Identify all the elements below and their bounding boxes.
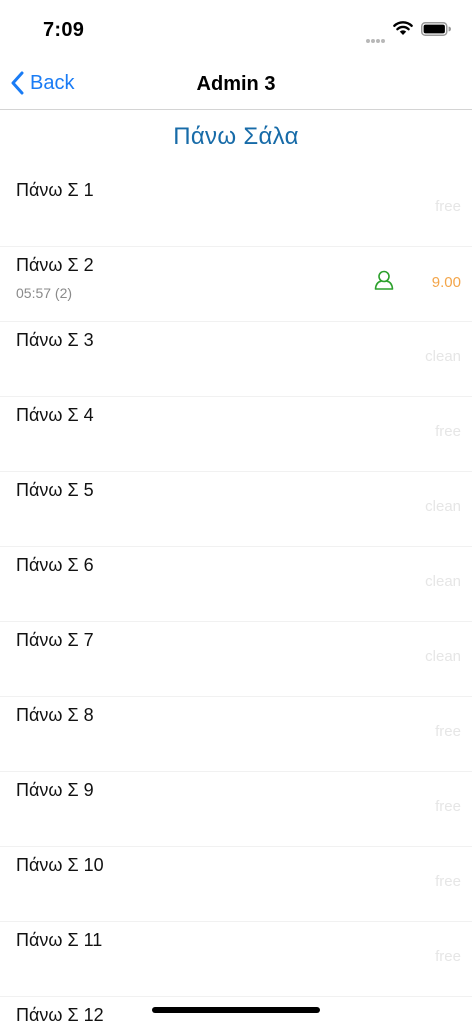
table-status: clean bbox=[425, 648, 461, 665]
table-row[interactable]: Πάνω Σ 2 05:57 (2) 9.00 bbox=[0, 247, 472, 322]
wifi-icon bbox=[393, 20, 413, 41]
navigation-bar: Back Admin 3 bbox=[0, 56, 472, 110]
section-title: Πάνω Σάλα bbox=[173, 123, 299, 150]
status-time: 7:09 bbox=[43, 19, 85, 41]
table-name: Πάνω Σ 7 bbox=[16, 630, 94, 650]
table-name: Πάνω Σ 1 bbox=[16, 180, 94, 200]
table-row[interactable]: Πάνω Σ 5 clean bbox=[0, 472, 472, 547]
table-status: free bbox=[435, 723, 461, 740]
table-row[interactable]: Πάνω Σ 3 clean bbox=[0, 322, 472, 397]
page-title: Admin 3 bbox=[196, 73, 276, 95]
table-status: free bbox=[435, 423, 461, 440]
table-status: free bbox=[435, 198, 461, 215]
table-name: Πάνω Σ 3 bbox=[16, 330, 94, 350]
table-row[interactable]: Πάνω Σ 7 clean bbox=[0, 622, 472, 697]
table-name: Πάνω Σ 2 bbox=[16, 255, 94, 275]
table-name: Πάνω Σ 12 bbox=[16, 1005, 104, 1024]
table-status: clean bbox=[425, 498, 461, 515]
table-row[interactable]: Πάνω Σ 9 free bbox=[0, 772, 472, 847]
table-name: Πάνω Σ 5 bbox=[16, 480, 94, 500]
table-status: free bbox=[435, 873, 461, 890]
table-name: Πάνω Σ 9 bbox=[16, 780, 94, 800]
table-status: 9.00 bbox=[431, 274, 461, 291]
table-row[interactable]: Πάνω Σ 11 free bbox=[0, 922, 472, 997]
table-name: Πάνω Σ 6 bbox=[16, 555, 94, 575]
cellular-signal-icon bbox=[366, 31, 386, 49]
table-status: free bbox=[435, 798, 461, 815]
table-name: Πάνω Σ 11 bbox=[16, 930, 103, 950]
table-occupancy-info: 05:57 (2) bbox=[16, 285, 73, 301]
home-indicator[interactable] bbox=[152, 1007, 320, 1013]
status-bar: 7:09 bbox=[0, 0, 472, 56]
table-row[interactable]: Πάνω Σ 8 free bbox=[0, 697, 472, 772]
user-icon bbox=[373, 269, 395, 291]
table-name: Πάνω Σ 10 bbox=[16, 855, 104, 875]
table-row[interactable]: Πάνω Σ 1 free bbox=[0, 172, 472, 247]
table-status: clean bbox=[425, 348, 461, 365]
table-status: clean bbox=[425, 573, 461, 590]
table-list: Πάνω Σ 1 free Πάνω Σ 2 05:57 (2) 9.00 Πάνω Σ … bbox=[0, 172, 472, 1024]
table-status: free bbox=[435, 948, 461, 965]
table-row[interactable]: Πάνω Σ 4 free bbox=[0, 397, 472, 472]
battery-icon bbox=[421, 22, 451, 41]
table-row[interactable]: Πάνω Σ 10 free bbox=[0, 847, 472, 922]
table-row[interactable]: Πάνω Σ 6 clean bbox=[0, 547, 472, 622]
table-name: Πάνω Σ 4 bbox=[16, 405, 94, 425]
table-name: Πάνω Σ 8 bbox=[16, 705, 94, 725]
